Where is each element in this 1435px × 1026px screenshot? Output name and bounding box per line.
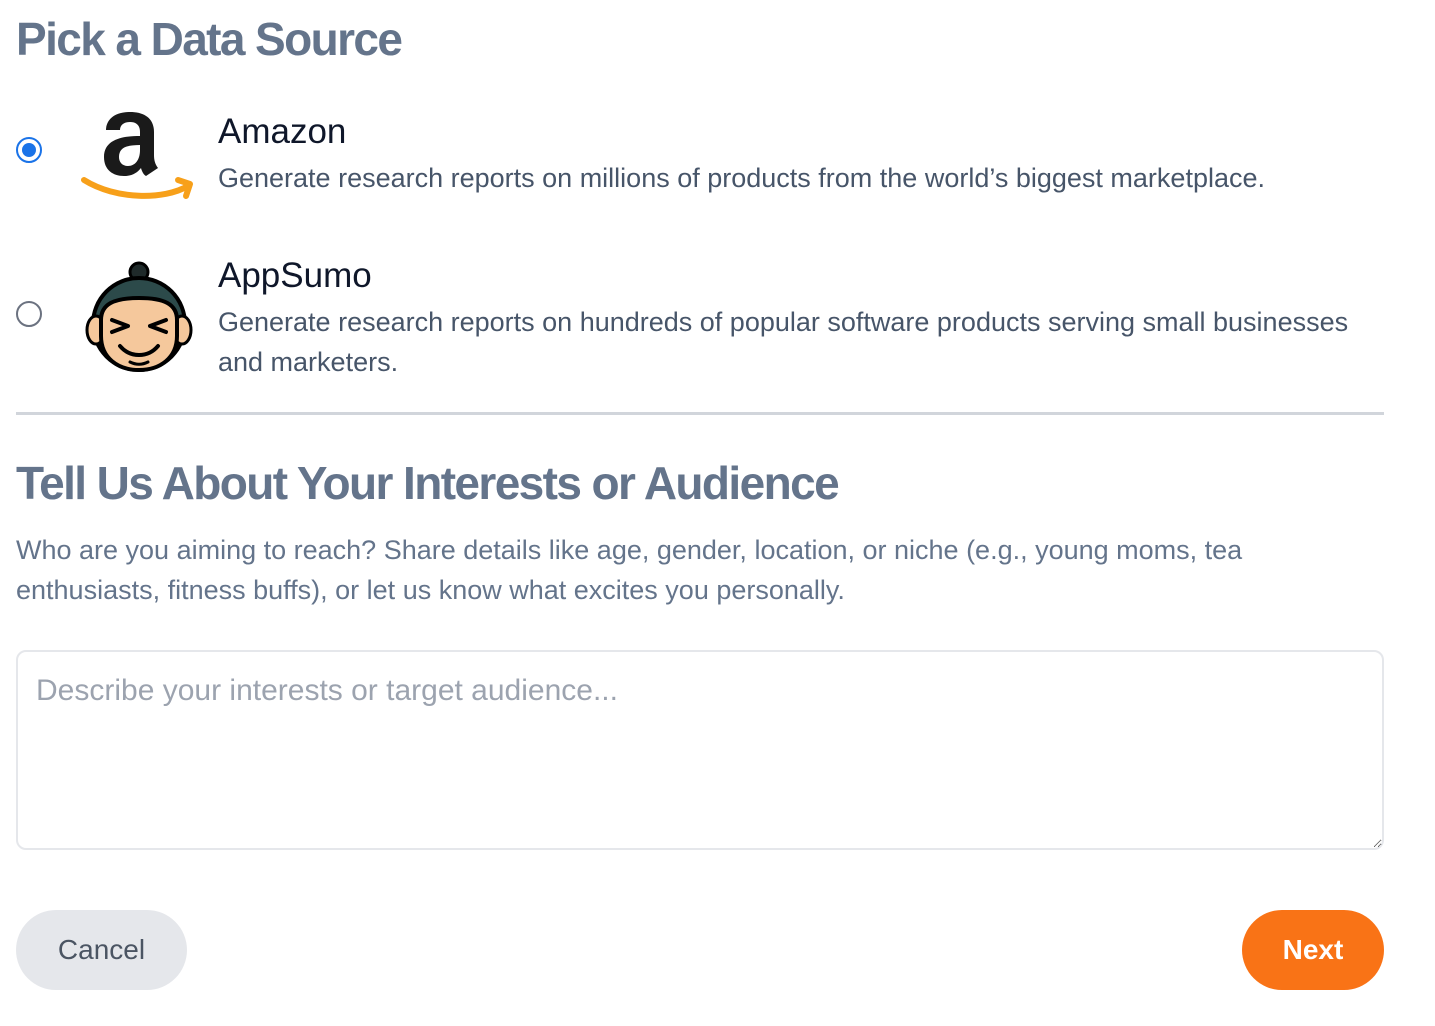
interests-help-text: Who are you aiming to reach? Share detai… (16, 535, 1243, 605)
next-button[interactable]: Next (1242, 910, 1384, 990)
appsumo-name: AppSumo (218, 256, 372, 295)
source-option-amazon[interactable]: Amazon Generate research reports on mill… (16, 100, 1384, 210)
appsumo-radio[interactable] (16, 301, 42, 327)
interests-input-wrapper (16, 650, 1384, 850)
interests-title: Tell Us About Your Interests or Audience (16, 457, 840, 509)
interests-textarea[interactable] (16, 650, 1384, 850)
section-divider (16, 412, 1384, 415)
appsumo-description: Generate research reports on hundreds of… (218, 307, 1349, 377)
data-source-title: Pick a Data Source (16, 13, 403, 65)
cancel-button[interactable]: Cancel (16, 910, 187, 990)
amazon-radio[interactable] (16, 137, 42, 163)
amazon-logo-icon (81, 112, 193, 199)
amazon-name: Amazon (218, 112, 347, 151)
source-option-appsumo[interactable]: AppSumo Generate research reports on hun… (16, 252, 1384, 382)
appsumo-logo-icon (85, 261, 193, 373)
amazon-description: Generate research reports on millions of… (218, 163, 1265, 193)
